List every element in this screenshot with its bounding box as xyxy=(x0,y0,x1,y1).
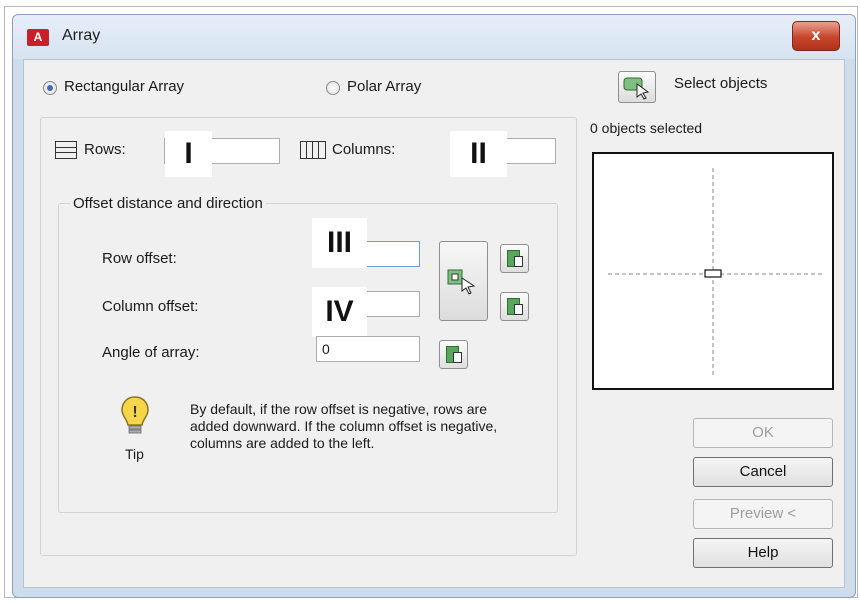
row-offset-label: Row offset: xyxy=(102,250,177,267)
pick-column-offset-button[interactable] xyxy=(500,292,529,321)
close-button[interactable]: x xyxy=(792,21,840,51)
rows-icon xyxy=(55,141,77,159)
offset-group-title: Offset distance and direction xyxy=(70,195,266,212)
preview-button[interactable]: Preview < xyxy=(693,499,833,529)
array-preview-pane xyxy=(592,152,834,390)
rectangular-array-radio[interactable] xyxy=(43,81,57,95)
svg-text:!: ! xyxy=(132,404,137,421)
tip-label: Tip xyxy=(125,446,144,462)
select-objects-icon xyxy=(623,77,650,100)
select-objects-button[interactable] xyxy=(618,71,656,103)
pick-point-icon xyxy=(507,250,523,267)
pick-both-icon xyxy=(447,269,476,295)
pick-point-icon xyxy=(507,298,523,315)
preview-crosshair xyxy=(608,168,822,376)
ok-button[interactable]: OK xyxy=(693,418,833,448)
title-bar: A Array x xyxy=(13,15,855,59)
columns-icon xyxy=(300,141,326,159)
row-offset-marker-label: III xyxy=(312,218,367,268)
rectangular-array-label[interactable]: Rectangular Array xyxy=(64,78,184,95)
app-logo-icon: A xyxy=(27,29,49,46)
window-title: Array xyxy=(62,27,101,44)
rows-marker-label: I xyxy=(165,131,212,177)
column-offset-marker-label: IV xyxy=(312,287,367,337)
pick-both-offsets-button[interactable] xyxy=(439,241,488,321)
close-icon: x xyxy=(811,27,821,44)
columns-label: Columns: xyxy=(332,141,396,158)
cancel-button[interactable]: Cancel xyxy=(693,457,833,487)
column-offset-label: Column offset: xyxy=(102,298,199,315)
tip-text: By default, if the row offset is negativ… xyxy=(190,401,498,451)
pick-angle-button[interactable] xyxy=(439,340,468,369)
pick-point-icon xyxy=(446,346,462,363)
help-button[interactable]: Help xyxy=(693,538,833,568)
tip-lightbulb-icon: ! xyxy=(121,396,149,434)
select-objects-label: Select objects xyxy=(674,75,768,92)
polar-array-label[interactable]: Polar Array xyxy=(347,78,421,95)
columns-marker-label: II xyxy=(450,131,507,177)
rows-label: Rows: xyxy=(84,141,126,158)
objects-selected-count: 0 objects selected xyxy=(590,120,703,136)
angle-of-array-input[interactable]: 0 xyxy=(316,336,420,362)
polar-array-radio[interactable] xyxy=(326,81,340,95)
pick-row-offset-button[interactable] xyxy=(500,244,529,273)
angle-of-array-label: Angle of array: xyxy=(102,344,200,361)
